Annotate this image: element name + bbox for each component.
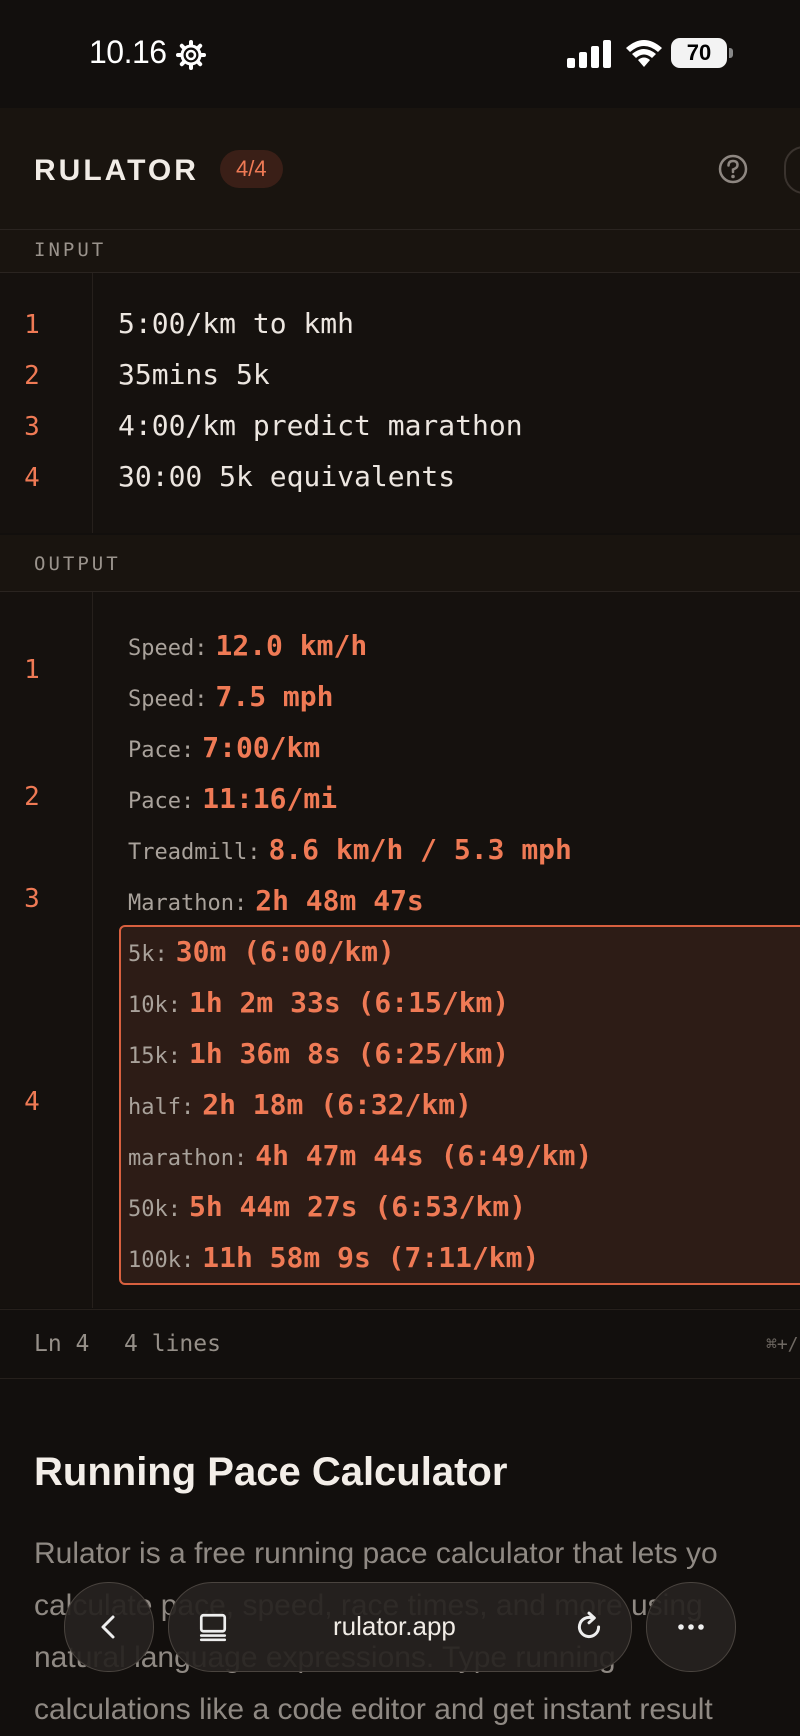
output-row: 5k: 30m (6:00/km) xyxy=(128,935,395,968)
app-title: RULATOR xyxy=(34,154,199,187)
output-row: Treadmill: 8.6 km/h / 5.3 mph xyxy=(128,833,572,866)
output-row: Pace: 11:16/mi xyxy=(128,782,338,815)
more-icon xyxy=(678,1624,704,1630)
input-line-number: 2 xyxy=(24,361,40,391)
chevron-left-icon xyxy=(101,1615,115,1639)
input-line-number: 1 xyxy=(24,310,40,340)
editor-status-line: Ln 4 4 lines ⌘+/ xyxy=(0,1309,800,1379)
input-line-number: 3 xyxy=(24,412,40,442)
input-section-label: INPUT xyxy=(34,239,107,261)
output-row: marathon: 4h 47m 44s (6:49/km) xyxy=(128,1139,593,1172)
status-bar: 10.16 70 xyxy=(0,0,800,105)
output-line-number: 4 xyxy=(24,1087,40,1117)
shortcut-hint: ⌘+/ xyxy=(766,1334,799,1355)
output-row: half: 2h 18m (6:32/km) xyxy=(128,1088,472,1121)
output-section-header: OUTPUT xyxy=(0,535,800,592)
more-button[interactable] xyxy=(646,1582,736,1672)
input-line[interactable]: 5:00/km to kmh xyxy=(118,307,354,340)
output-section-label: OUTPUT xyxy=(34,553,121,575)
battery-indicator: 70 xyxy=(671,38,733,68)
wifi-icon xyxy=(626,40,662,67)
output-row: 100k: 11h 58m 9s (7:11/km) xyxy=(128,1241,540,1274)
app-header: RULATOR 4/4 xyxy=(0,108,800,230)
cursor-position: Ln 4 xyxy=(34,1331,90,1357)
back-button[interactable] xyxy=(64,1582,154,1672)
article-heading: Running Pace Calculator xyxy=(34,1450,508,1494)
output-row: 15k: 1h 36m 8s (6:25/km) xyxy=(128,1037,510,1070)
help-icon[interactable] xyxy=(718,154,748,184)
reload-icon[interactable] xyxy=(573,1611,605,1643)
input-line[interactable]: 30:00 5k equivalents xyxy=(118,460,455,493)
url-text[interactable]: rulator.app xyxy=(333,1611,456,1642)
input-editor[interactable]: 1 2 3 4 5:00/km to kmh 35mins 5k 4:00/km… xyxy=(0,273,800,533)
output-gutter xyxy=(0,592,93,1308)
output-row: Speed: 7.5 mph xyxy=(128,680,334,713)
output-row: 10k: 1h 2m 33s (6:15/km) xyxy=(128,986,510,1019)
tabs-icon xyxy=(199,1613,227,1642)
output-row: 50k: 5h 44m 27s (6:53/km) xyxy=(128,1190,527,1223)
input-section-header: INPUT xyxy=(0,230,800,273)
gear-icon xyxy=(176,40,206,70)
line-count-badge: 4/4 xyxy=(220,150,283,188)
output-row: Marathon: 2h 48m 47s xyxy=(128,884,424,917)
output-line-number: 1 xyxy=(24,655,40,685)
output-line-number: 3 xyxy=(24,884,40,914)
output-line-number: 2 xyxy=(24,782,40,812)
input-line[interactable]: 4:00/km predict marathon xyxy=(118,409,523,442)
input-line-number: 4 xyxy=(24,463,40,493)
cellular-signal-icon xyxy=(567,40,611,68)
input-line[interactable]: 35mins 5k xyxy=(118,358,270,391)
output-row: Speed: 12.0 km/h xyxy=(128,629,368,662)
line-count: 4 lines xyxy=(124,1331,221,1357)
status-time: 10.16 xyxy=(89,34,167,70)
output-row: Pace: 7:00/km xyxy=(128,731,321,764)
